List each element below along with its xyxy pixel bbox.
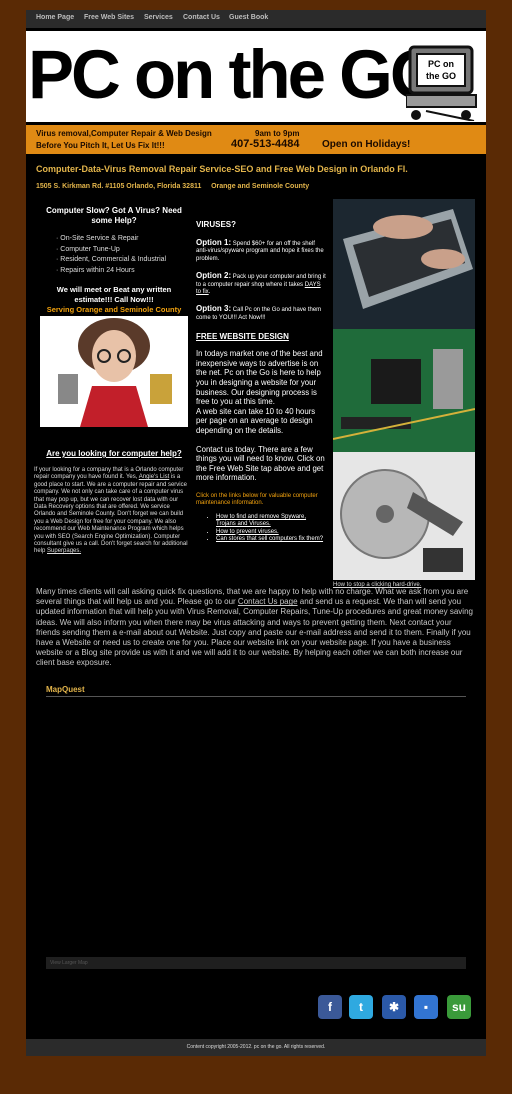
prevent-viruses-link[interactable]: How to prevent viruses. [216, 529, 279, 535]
help-title: Computer Slow? Got A Virus? Need some He… [46, 206, 182, 225]
nav-home[interactable]: Home Page [36, 14, 74, 21]
strip-services: Virus removal,Computer Repair & Web Desi… [36, 129, 212, 138]
computer-mascot-icon: PC on the GO [406, 45, 477, 121]
spyware-link[interactable]: How to find and remove Spyware, Trojans … [216, 514, 306, 527]
option-3: Option 3: Call Pc on the Go and have the… [196, 304, 322, 321]
map-bar: View Larger Map [46, 957, 466, 969]
service-item: · Repairs within 24 Hours [56, 266, 135, 274]
page-heading: Computer-Data-Virus Removal Repair Servi… [36, 164, 408, 174]
option-2: Option 2: Pack up your computer and brin… [196, 271, 326, 296]
info-paragraph: Many times clients will call asking quic… [36, 587, 473, 668]
technician-woman-image [40, 316, 188, 427]
address-line: 1505 S. Kirkman Rd. #1105 Orlando, Flori… [36, 183, 309, 190]
copyright: Content copyright 2005-2012. pc on the g… [186, 1044, 326, 1050]
page-container: Home Page Free Web Sites Services Contac… [26, 10, 486, 1056]
nav-services[interactable]: Services [144, 14, 173, 21]
myspace-icon[interactable]: ✱ [382, 995, 406, 1019]
contact-strip: Virus removal,Computer Repair & Web Desi… [26, 125, 486, 154]
nav-contact-us[interactable]: Contact Us [183, 14, 220, 21]
contact-text: Contact us today. There are a few things… [196, 444, 325, 483]
view-larger-map-link[interactable]: View Larger Map [50, 960, 88, 966]
stores-fix-link[interactable]: Can stores that sell computers fix them? [216, 536, 323, 542]
serving-county: Serving Orange and Seminole County [46, 305, 182, 314]
svg-text:the GO: the GO [426, 71, 456, 81]
service-item: · On-Site Service & Repair [56, 235, 139, 242]
hard-drive-image [333, 452, 475, 580]
facebook-icon[interactable]: f [318, 995, 342, 1019]
free-website-text: In todays market one of the best and ine… [196, 349, 323, 435]
header-banner: PC on the GO PC on the GO [26, 31, 486, 125]
county: Orange and Seminole County [211, 183, 310, 190]
left-column: Computer Slow? Got A Virus? Need some He… [32, 206, 196, 556]
strip-tagline: Before You Pitch It, Let Us Fix It!!! [36, 141, 165, 150]
viruses-title: VIRUSES? [196, 220, 237, 229]
strip-phone: 407-513-4484 [231, 138, 300, 150]
footer: Content copyright 2005-2012. pc on the g… [26, 1039, 486, 1056]
contact-us-link[interactable]: Contact Us page [238, 597, 298, 606]
nav-free-web-sites[interactable]: Free Web Sites [84, 14, 134, 21]
top-nav: Home Page Free Web Sites Services Contac… [26, 10, 486, 28]
site-logo: PC on the GO [28, 36, 443, 113]
free-website-title: FREE WEBSITE DESIGN [196, 332, 289, 342]
intro-text: If your looking for a company that is a … [34, 467, 188, 555]
circuit-board-image [333, 329, 475, 452]
address: 1505 S. Kirkman Rd. #1105 Orlando, Flori… [36, 183, 202, 190]
looking-for-help: Are you looking for computer help? [46, 449, 182, 458]
meet-or-beat: We will meet or Beat any written estimat… [56, 285, 172, 304]
service-item: · Computer Tune-Up [56, 245, 120, 253]
stumbleupon-icon[interactable]: su [447, 995, 471, 1019]
nav-guest-book[interactable]: Guest Book [229, 14, 268, 21]
delicious-icon[interactable]: ▪ [414, 995, 438, 1019]
option-1: Option 1: Spend $60+ for an off the shel… [196, 238, 324, 262]
click-links-note: Click on the links below for valuable co… [196, 492, 318, 507]
mapquest-title: MapQuest [46, 685, 85, 694]
superpages-link[interactable]: Superpages. [47, 548, 81, 554]
service-item: · Resident, Commercial & Industrial [56, 256, 167, 263]
services-list: · On-Site Service & Repair · Computer Tu… [56, 234, 196, 276]
mapquest-rule [46, 696, 466, 697]
maintenance-links: How to find and remove Spyware, Trojans … [196, 514, 326, 544]
strip-holidays: Open on Holidays! [322, 139, 411, 150]
angies-list-link[interactable]: Angie's List [139, 474, 170, 480]
svg-text:PC on: PC on [428, 59, 454, 69]
twitter-icon[interactable]: t [349, 995, 373, 1019]
laptop-typing-image [333, 199, 475, 329]
middle-column: VIRUSES? Option 1: Spend $60+ for an off… [196, 220, 326, 543]
strip-hours: 9am to 9pm [255, 129, 300, 138]
